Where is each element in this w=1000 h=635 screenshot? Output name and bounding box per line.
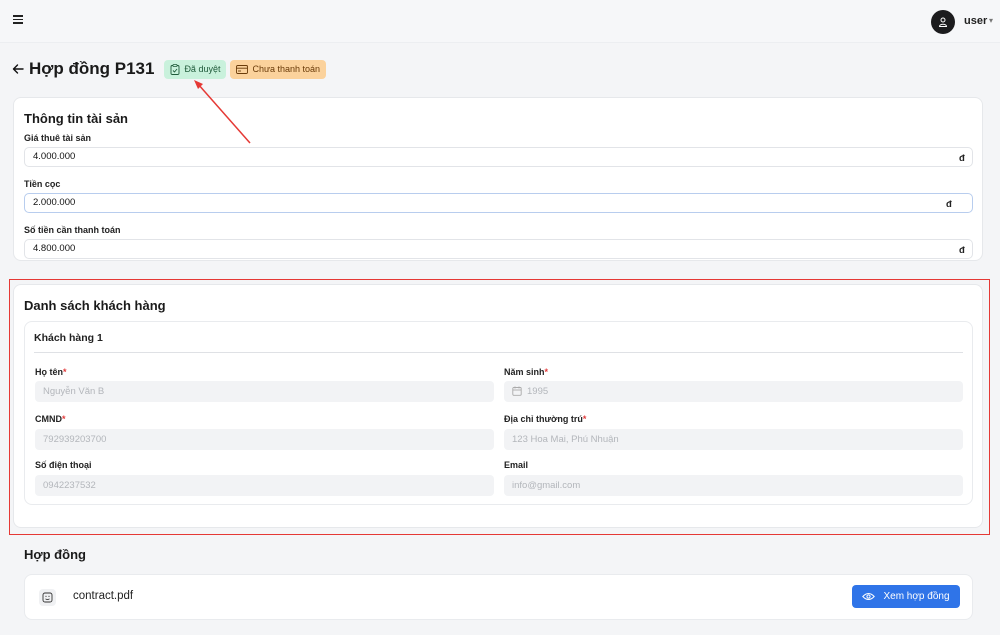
back-arrow-icon[interactable] xyxy=(12,63,24,75)
required-marker: * xyxy=(63,367,67,377)
birth-year-label-text: Năm sinh xyxy=(504,367,545,377)
divider xyxy=(34,352,963,353)
deposit-value: 2.000.000 xyxy=(33,197,76,208)
address-field[interactable]: 123 Hoa Mai, Phú Nhuận xyxy=(504,429,963,450)
address-label-text: Địa chỉ thường trú xyxy=(504,414,583,424)
customer-card-title: Khách hàng 1 xyxy=(34,332,103,344)
calendar-icon xyxy=(512,386,522,397)
credit-card-icon xyxy=(236,64,249,74)
id-number-label: CMND* xyxy=(35,414,66,424)
payment-badge-label: Chưa thanh toán xyxy=(252,64,321,74)
full-name-field[interactable]: Nguyễn Văn B xyxy=(35,381,494,402)
required-marker: * xyxy=(544,367,549,377)
contract-heading: Hợp đồng xyxy=(24,547,86,562)
view-contract-button[interactable]: Xem hợp đồng xyxy=(852,585,960,608)
page-title: Hợp đồng P131 xyxy=(29,59,155,78)
amount-due-input[interactable]: 4.800.000 xyxy=(24,239,973,259)
customer-card: Khách hàng 1 Họ tên* Nguyễn Văn B Năm si… xyxy=(24,321,973,505)
id-number-field[interactable]: 792939203700 xyxy=(35,429,494,450)
phone-field[interactable]: 0942237532 xyxy=(35,475,494,496)
address-placeholder: 123 Hoa Mai, Phú Nhuận xyxy=(512,434,619,445)
required-marker: * xyxy=(62,414,66,424)
birth-year-label: Năm sinh* xyxy=(504,367,548,377)
birth-year-field[interactable]: 1995 xyxy=(504,381,963,402)
asset-info-card: Thông tin tài sản Giá thuê tài sản 4.000… xyxy=(13,97,983,261)
deposit-currency: đ xyxy=(946,199,952,210)
email-field[interactable]: info@gmail.com xyxy=(504,475,963,496)
amount-due-value: 4.800.000 xyxy=(33,243,76,254)
birth-year-placeholder: 1995 xyxy=(527,386,549,397)
phone-placeholder: 0942237532 xyxy=(43,480,96,491)
required-marker: * xyxy=(582,414,587,424)
hamburger-menu-icon[interactable] xyxy=(13,15,23,25)
rent-price-label: Giá thuê tài sản xyxy=(24,133,92,143)
rent-price-currency: đ xyxy=(959,153,965,164)
contract-file-card: contract.pdf Xem hợp đồng xyxy=(24,574,973,620)
approved-badge-label: Đã duyệt xyxy=(184,64,221,74)
phone-label: Số điện thoại xyxy=(35,460,92,470)
view-contract-label: Xem hợp đồng xyxy=(883,591,950,602)
top-bar: user ▾ xyxy=(0,0,1000,43)
full-name-label-text: Họ tên xyxy=(35,367,63,377)
approved-status-badge: Đã duyệt xyxy=(164,59,227,79)
rent-price-value: 4.000.000 xyxy=(33,151,76,162)
clipboard-check-icon xyxy=(170,63,180,75)
eye-icon xyxy=(862,593,876,600)
email-placeholder: info@gmail.com xyxy=(512,480,581,491)
payment-status-badge: Chưa thanh toán xyxy=(230,59,327,79)
address-label: Địa chỉ thường trú* xyxy=(504,414,586,424)
full-name-label: Họ tên* xyxy=(35,367,67,377)
full-name-placeholder: Nguyễn Văn B xyxy=(43,386,105,397)
user-avatar-icon[interactable] xyxy=(931,10,955,34)
asset-info-title: Thông tin tài sản xyxy=(24,111,128,126)
customer-list-title: Danh sách khách hàng xyxy=(24,298,166,313)
rent-price-input[interactable]: 4.000.000 xyxy=(24,147,973,167)
contract-file-name[interactable]: contract.pdf xyxy=(73,590,133,602)
amount-due-currency: đ xyxy=(959,245,965,256)
user-name[interactable]: user xyxy=(964,15,987,27)
email-label: Email xyxy=(504,460,529,470)
page-header: Hợp đồng P131 Đã duyệt Chưa thanh toán xyxy=(12,58,327,80)
deposit-label: Tiền cọc xyxy=(24,179,61,189)
id-number-label-text: CMND xyxy=(35,414,62,424)
amount-due-label: Số tiền cần thanh toán xyxy=(24,225,121,235)
chevron-down-icon[interactable]: ▾ xyxy=(989,16,993,25)
file-icon xyxy=(39,589,56,606)
deposit-input[interactable]: 2.000.000 xyxy=(24,193,973,213)
id-number-placeholder: 792939203700 xyxy=(43,434,107,445)
